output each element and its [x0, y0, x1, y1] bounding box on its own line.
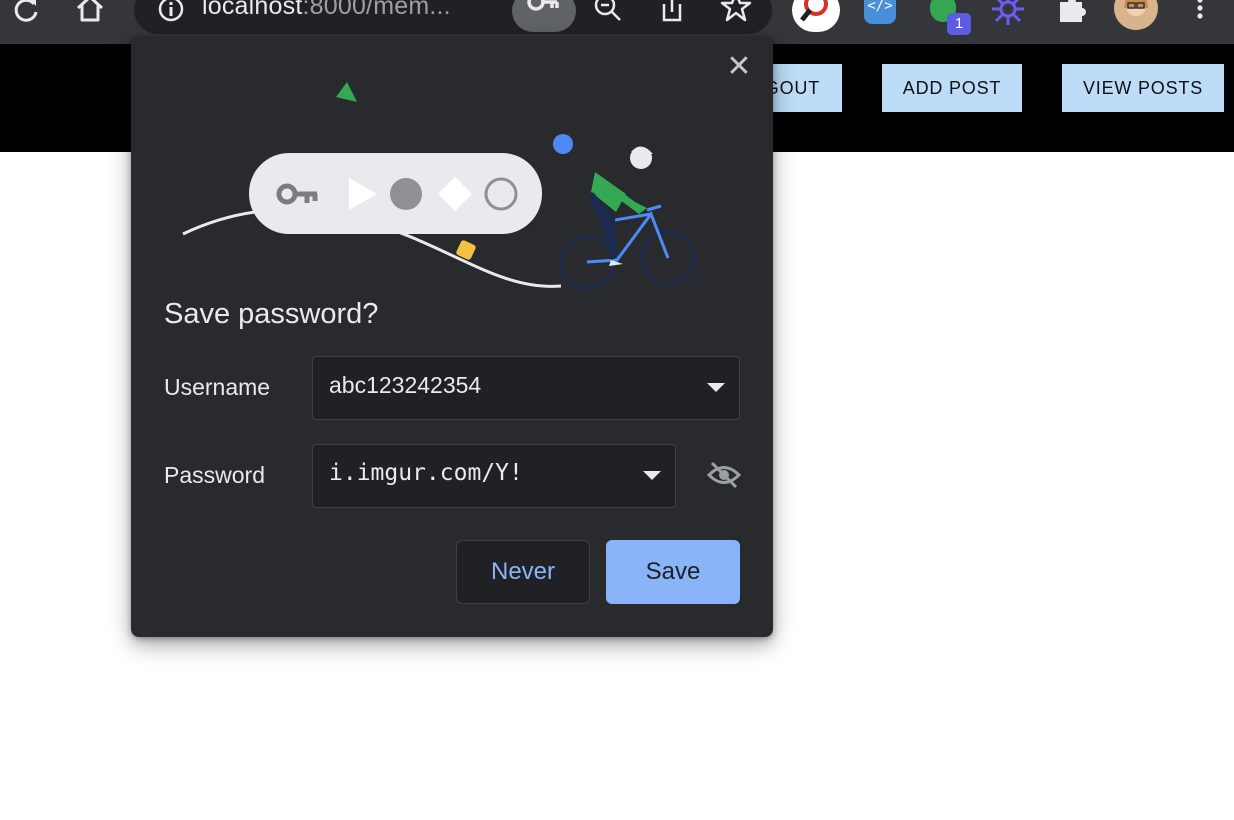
- password-label: Password: [164, 462, 265, 488]
- extension-magnifier-icon[interactable]: [792, 0, 840, 32]
- dialog-title: Save password?: [164, 298, 379, 330]
- url-host: localhost: [202, 0, 303, 20]
- url-text[interactable]: localhost:8000/mem...: [202, 0, 451, 21]
- extension-code-icon[interactable]: </>: [864, 0, 896, 24]
- star-icon[interactable]: [720, 0, 752, 24]
- share-icon[interactable]: [658, 0, 686, 24]
- never-button[interactable]: Never: [456, 540, 590, 604]
- triangle-shape: [336, 82, 357, 102]
- key-icon: [527, 0, 559, 11]
- close-icon[interactable]: ✕: [723, 52, 755, 84]
- cyclist-figure: [559, 146, 696, 290]
- password-select[interactable]: i.imgur.com/Y!: [312, 444, 676, 508]
- username-value: abc123242354: [329, 372, 482, 398]
- extension-sun-icon[interactable]: [990, 0, 1026, 26]
- zoom-out-icon[interactable]: [592, 0, 624, 24]
- username-select[interactable]: abc123242354: [312, 356, 740, 420]
- password-illustration: [182, 82, 696, 290]
- add-post-button[interactable]: ADD POST: [882, 64, 1022, 112]
- save-button[interactable]: Save: [606, 540, 740, 604]
- home-icon[interactable]: [74, 0, 106, 24]
- chevron-down-icon: [707, 383, 725, 392]
- menu-icon[interactable]: [1190, 0, 1210, 24]
- password-value: i.imgur.com/Y!: [329, 460, 523, 486]
- svg-text:</>: </>: [867, 0, 892, 14]
- username-label: Username: [164, 374, 271, 400]
- site-info-icon[interactable]: [156, 0, 186, 24]
- chevron-down-icon: [643, 471, 661, 480]
- extension-badge: 1: [947, 13, 971, 35]
- url-path: :8000/mem...: [302, 0, 451, 20]
- puzzle-icon[interactable]: [1056, 0, 1088, 24]
- password-key-button[interactable]: [512, 0, 576, 32]
- dot-shape: [553, 134, 573, 154]
- reload-icon[interactable]: [12, 0, 40, 24]
- filled-circle-shape: [390, 178, 422, 210]
- avatar[interactable]: [1114, 0, 1158, 30]
- save-password-dialog: ✕ Save password? Username abc123242354 P…: [131, 36, 773, 637]
- view-posts-button[interactable]: VIEW POSTS: [1062, 64, 1224, 112]
- visibility-off-icon[interactable]: [706, 460, 742, 490]
